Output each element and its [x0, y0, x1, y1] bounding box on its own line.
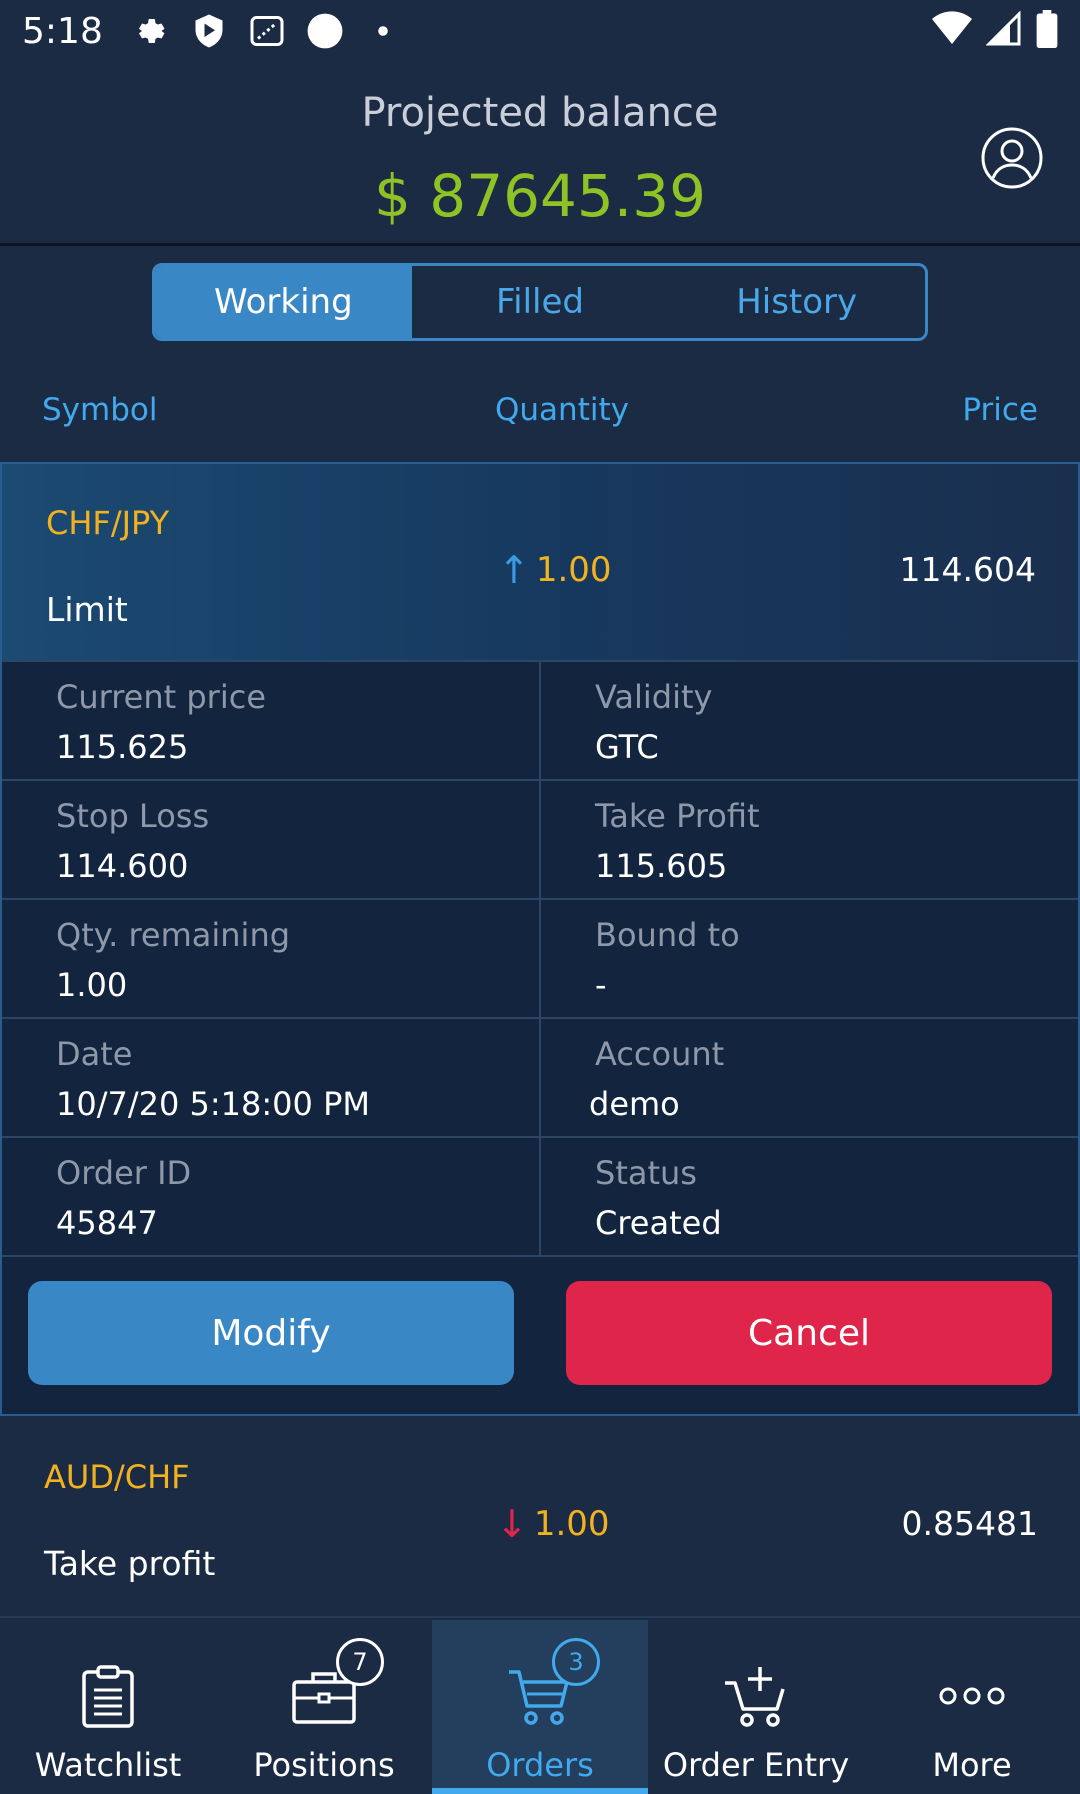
detail-label: Date	[56, 1035, 133, 1073]
circle-icon	[305, 11, 345, 51]
nav-label: Order Entry	[662, 1746, 850, 1784]
dot-icon	[363, 11, 403, 51]
detail-row: Order ID 45847 Status Created	[2, 1138, 1078, 1257]
order-type: Limit	[46, 590, 128, 629]
detail-row: Qty. remaining 1.00 Bound to -	[2, 900, 1078, 1019]
order-actions: Modify Cancel	[2, 1257, 1078, 1417]
gear-icon	[131, 11, 171, 51]
detail-status: Status Created	[541, 1138, 1078, 1255]
cart-icon: 3	[500, 1638, 600, 1736]
nav-label: More	[932, 1746, 1012, 1784]
detail-stop-loss: Stop Loss 114.600	[2, 781, 541, 898]
detail-value: 1.00	[56, 966, 128, 1004]
order-status-tabs: Working Filled History	[152, 263, 928, 341]
order-row[interactable]: CHF/JPY Limit ↑ 1.00 114.604	[2, 464, 1078, 662]
nav-watchlist[interactable]: Watchlist	[0, 1620, 216, 1794]
cart-add-icon	[716, 1656, 796, 1736]
bottom-navigation: Watchlist 7 Positions 3 Orders Order Ent…	[0, 1620, 1080, 1794]
nav-orders[interactable]: 3 Orders	[432, 1620, 648, 1794]
battery-icon	[1036, 10, 1058, 57]
nav-positions[interactable]: 7 Positions	[216, 1620, 432, 1794]
sparkle-box-icon	[247, 11, 287, 51]
detail-label: Take Profit	[595, 797, 760, 835]
more-dots-icon	[932, 1656, 1012, 1736]
tab-working[interactable]: Working	[155, 266, 412, 338]
nav-more[interactable]: More	[864, 1620, 1080, 1794]
cancel-button[interactable]: Cancel	[566, 1281, 1052, 1385]
detail-order-id: Order ID 45847	[2, 1138, 541, 1255]
detail-value: 115.605	[595, 847, 728, 885]
status-bar: 5:18	[0, 0, 1080, 62]
modify-button[interactable]: Modify	[28, 1281, 514, 1385]
status-time: 5:18	[22, 10, 103, 52]
detail-label: Qty. remaining	[56, 916, 291, 954]
arrow-down-icon: ↓	[496, 1502, 528, 1546]
detail-row: Stop Loss 114.600 Take Profit 115.605	[2, 781, 1078, 900]
arrow-up-icon: ↑	[498, 548, 530, 592]
order-quantity-value: 1.00	[533, 1504, 610, 1544]
detail-label: Account	[595, 1035, 725, 1073]
clipboard-icon	[68, 1656, 148, 1736]
positions-count-badge: 7	[336, 1638, 384, 1686]
tab-filled[interactable]: Filled	[412, 266, 669, 338]
detail-value: Created	[595, 1204, 722, 1242]
detail-date: Date 10/7/20 5:18:00 PM	[2, 1019, 541, 1136]
order-quantity-value: 1.00	[535, 550, 612, 590]
shield-play-icon	[189, 11, 229, 51]
order-quantity: ↓ 1.00	[496, 1502, 610, 1546]
column-quantity[interactable]: Quantity	[495, 392, 629, 428]
detail-value: -	[595, 966, 607, 1004]
detail-label: Bound to	[595, 916, 740, 954]
detail-value: demo	[589, 1085, 680, 1123]
order-details: Current price 115.625 Validity GTC Stop …	[2, 662, 1078, 1257]
detail-take-profit: Take Profit 115.605	[541, 781, 1078, 898]
orders-column-header: Symbol Quantity Price	[0, 356, 1080, 462]
order-price: 114.604	[899, 550, 1036, 589]
detail-value: 10/7/20 5:18:00 PM	[56, 1085, 370, 1123]
detail-label: Status	[595, 1154, 697, 1192]
order-card-expanded: CHF/JPY Limit ↑ 1.00 114.604 Current pri…	[0, 462, 1080, 1416]
detail-value: GTC	[595, 728, 659, 766]
order-symbol: CHF/JPY	[46, 504, 170, 542]
orders-count-badge: 3	[552, 1638, 600, 1686]
column-price[interactable]: Price	[962, 392, 1038, 428]
detail-value: 45847	[56, 1204, 158, 1242]
order-row[interactable]: AUD/CHF Take profit ↓ 1.00 0.85481	[0, 1418, 1080, 1618]
order-price: 0.85481	[901, 1504, 1038, 1543]
nav-label: Orders	[486, 1746, 594, 1784]
detail-current-price: Current price 115.625	[2, 662, 541, 779]
wifi-icon	[932, 11, 972, 56]
balance-header: Projected balance $ 87645.39	[0, 62, 1080, 246]
order-type: Take profit	[44, 1544, 216, 1583]
nav-label: Watchlist	[34, 1746, 182, 1784]
detail-bound-to: Bound to -	[541, 900, 1078, 1017]
tab-history[interactable]: History	[668, 266, 925, 338]
nav-order-entry[interactable]: Order Entry	[648, 1620, 864, 1794]
detail-value: 114.600	[56, 847, 189, 885]
detail-label: Validity	[595, 678, 713, 716]
column-symbol[interactable]: Symbol	[42, 392, 157, 428]
detail-qty-remaining: Qty. remaining 1.00	[2, 900, 541, 1017]
order-symbol: AUD/CHF	[44, 1458, 190, 1496]
order-quantity: ↑ 1.00	[498, 548, 612, 592]
detail-account: Account demo	[541, 1019, 1078, 1136]
briefcase-icon: 7	[284, 1638, 384, 1736]
detail-row: Current price 115.625 Validity GTC	[2, 662, 1078, 781]
cell-signal-icon	[985, 10, 1022, 56]
balance-title: Projected balance	[361, 90, 719, 136]
user-circle-icon[interactable]	[980, 126, 1044, 190]
detail-label: Stop Loss	[56, 797, 210, 835]
detail-row: Date 10/7/20 5:18:00 PM Account demo	[2, 1019, 1078, 1138]
projected-balance-value: $ 87645.39	[373, 162, 707, 230]
detail-label: Order ID	[56, 1154, 192, 1192]
detail-validity: Validity GTC	[541, 662, 1078, 779]
detail-value: 115.625	[56, 728, 189, 766]
nav-label: Positions	[253, 1746, 395, 1784]
detail-label: Current price	[56, 678, 266, 716]
